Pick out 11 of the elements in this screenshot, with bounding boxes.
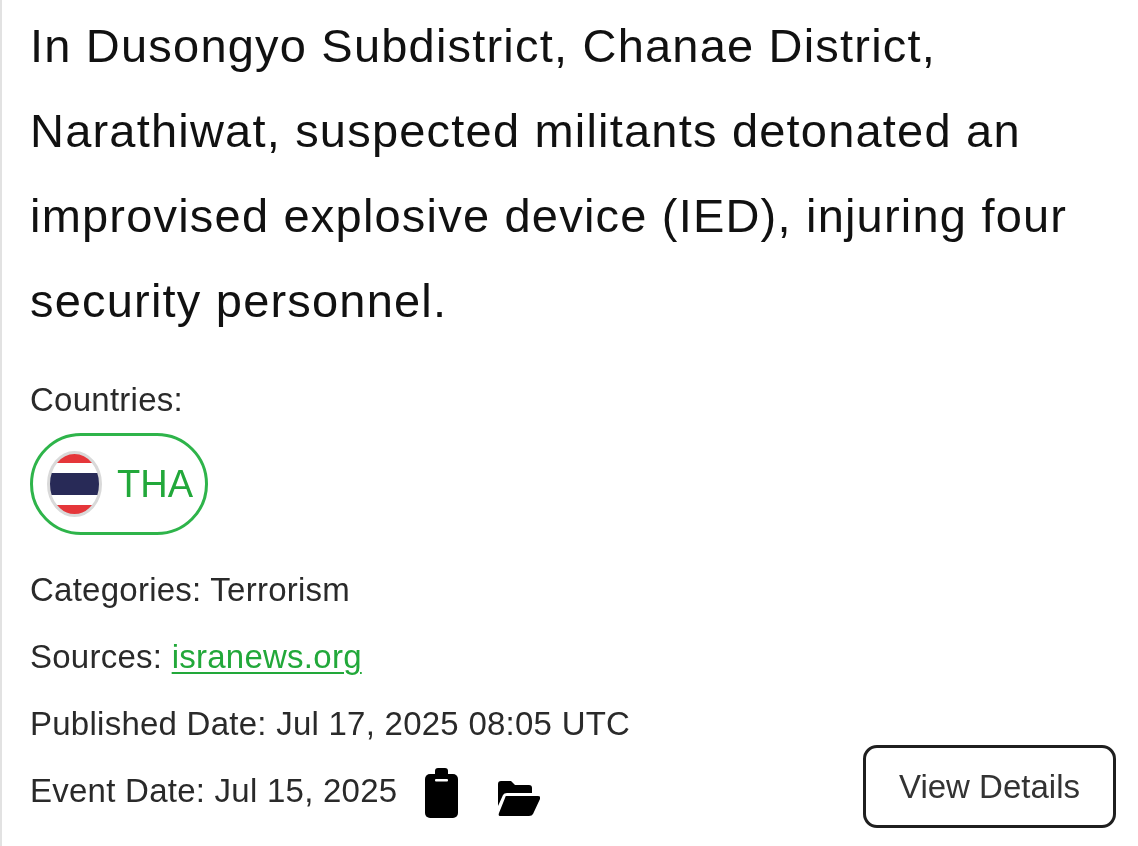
source-line: Sources: isranews.org <box>30 637 363 677</box>
view-details-button[interactable]: View Details <box>863 745 1116 828</box>
clipboard-icon[interactable] <box>425 767 459 818</box>
flag-icon <box>47 451 102 517</box>
countries-label: Countries: <box>30 380 184 420</box>
event-headline: In Dusongyo Subdistrict, Chanae District, Narathiwat, suspected militants detonated an improvised explosive device (IED), injuring four security personnel. <box>30 18 1069 329</box>
detail-text: Categories: Terrorism <box>30 570 352 610</box>
country-code: THA <box>117 465 193 503</box>
folder-icon[interactable] <box>498 781 541 816</box>
detail-text: Published Date: Jul 17, 2025 08:05 UTC <box>30 704 632 744</box>
event-date-text: Event Date: Jul 15, 2025 <box>30 771 398 811</box>
